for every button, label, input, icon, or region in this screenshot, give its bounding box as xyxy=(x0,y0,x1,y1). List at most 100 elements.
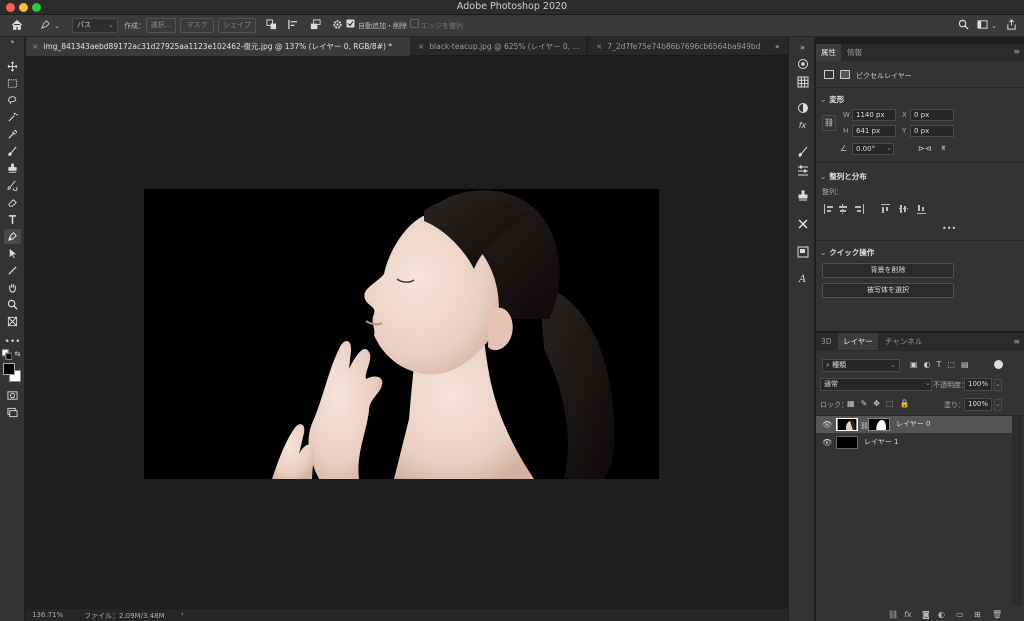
toolbar-collapse-icon[interactable]: » xyxy=(4,38,21,46)
fill-chevron-icon[interactable]: ⌄ xyxy=(994,399,1002,411)
align-top-icon[interactable] xyxy=(881,204,890,214)
panel-collapse-icon[interactable]: » xyxy=(796,43,809,52)
trash-icon[interactable]: 🗑 xyxy=(992,610,1002,619)
path-mode-select[interactable]: パス ⌄ xyxy=(72,18,118,33)
blend-mode-select[interactable]: 通常 xyxy=(820,378,932,391)
layer-mask-thumbnail[interactable] xyxy=(868,418,890,431)
layer-name[interactable]: レイヤー 0 xyxy=(896,416,930,433)
brush-tool-icon[interactable] xyxy=(4,144,21,159)
zoom-tool-icon[interactable] xyxy=(4,297,21,312)
shape-filter-icon[interactable]: ⬚ xyxy=(947,360,955,369)
angle-chevron-icon[interactable]: ⌄ xyxy=(886,144,892,152)
y-field[interactable]: 0 px xyxy=(910,125,954,137)
marquee-tool-icon[interactable] xyxy=(4,76,21,91)
adjustment-filter-icon[interactable]: ◐ xyxy=(924,360,931,369)
add-mask-icon[interactable]: ◙ xyxy=(922,610,930,619)
chevron-down-icon[interactable]: ⌄ xyxy=(52,19,62,33)
smart-object-filter-icon[interactable]: ▤ xyxy=(961,360,969,369)
home-icon[interactable] xyxy=(10,19,24,33)
tab-channels[interactable]: チャンネル xyxy=(880,333,927,350)
path-alignment-icon[interactable] xyxy=(286,19,300,33)
screen-mode-icon[interactable] xyxy=(4,405,21,420)
stamp-tool-icon[interactable] xyxy=(4,161,21,176)
align-middle-icon[interactable] xyxy=(899,205,908,218)
tab-3d[interactable]: 3D xyxy=(816,333,837,350)
pen-tool-icon[interactable] xyxy=(38,19,52,33)
remove-background-button[interactable]: 背景を削除 xyxy=(822,263,954,278)
x-field[interactable]: 0 px xyxy=(910,109,954,121)
share-icon[interactable] xyxy=(1004,19,1018,33)
zoom-level[interactable]: 136.71% xyxy=(32,611,63,619)
layers-scrollbar[interactable] xyxy=(1012,416,1022,606)
line-tool-icon[interactable] xyxy=(4,263,21,278)
mask-button[interactable]: マスク xyxy=(180,18,214,33)
new-layer-icon[interactable]: ⊞ xyxy=(974,610,981,619)
chevron-down-icon[interactable]: ⌄ xyxy=(820,172,826,181)
align-left-icon[interactable] xyxy=(824,204,833,214)
path-operations-icon[interactable] xyxy=(264,19,278,33)
swatches-grid-icon[interactable] xyxy=(796,75,809,88)
more-tools-icon[interactable]: ••• xyxy=(4,334,21,349)
folder-icon[interactable]: ▭ xyxy=(956,610,964,619)
hand-tool-icon[interactable] xyxy=(4,280,21,295)
brushes-icon[interactable] xyxy=(796,145,809,158)
link-layers-icon[interactable]: ⛓ xyxy=(888,610,898,619)
lock-artboard-icon[interactable]: ⬚ xyxy=(886,399,894,408)
width-field[interactable]: 1140 px xyxy=(852,109,896,121)
panel-menu-icon[interactable]: ≡ xyxy=(1013,47,1020,56)
lock-transparency-icon[interactable]: ▦ xyxy=(847,399,855,408)
character-icon[interactable]: A xyxy=(796,273,809,286)
close-icon[interactable]: × xyxy=(418,42,424,51)
libraries-icon[interactable] xyxy=(796,57,809,70)
image-filter-icon[interactable]: ▣ xyxy=(910,360,918,369)
layer-filter-select[interactable]: ⌕ 種類 ⌄ xyxy=(822,359,900,372)
frame-tool-icon[interactable] xyxy=(4,314,21,329)
selection-button[interactable]: 選択... xyxy=(146,18,176,33)
align-bottom-icon[interactable] xyxy=(917,204,926,214)
fill-field[interactable]: 100% xyxy=(964,398,992,411)
eraser-tool-icon[interactable] xyxy=(4,195,21,210)
layer-row-1[interactable]: 👁 レイヤー 1 xyxy=(816,434,1014,451)
lock-image-icon[interactable]: ✎ xyxy=(861,399,868,408)
flip-vertical-icon[interactable]: ⌆ xyxy=(940,143,947,152)
filter-toggle-icon[interactable] xyxy=(994,360,1003,369)
tab-info[interactable]: 情報 xyxy=(842,44,867,61)
height-field[interactable]: 641 px xyxy=(852,125,896,137)
search-icon[interactable] xyxy=(956,19,970,33)
visibility-eye-icon[interactable]: 👁 xyxy=(822,438,832,447)
foreground-color-swatch[interactable] xyxy=(3,363,15,375)
navigator-icon[interactable] xyxy=(796,245,809,258)
align-right-icon[interactable] xyxy=(855,204,864,214)
layer-row-0[interactable]: 👁 ⛓ レイヤー 0 xyxy=(816,416,1014,433)
path-arrangement-icon[interactable] xyxy=(308,19,322,33)
type-tool-icon[interactable] xyxy=(4,212,21,227)
select-subject-button[interactable]: 被写体を選択 xyxy=(822,283,954,298)
eyedropper-tool-icon[interactable] xyxy=(4,127,21,142)
lasso-tool-icon[interactable] xyxy=(4,93,21,108)
align-edges-checkbox[interactable] xyxy=(410,19,419,33)
link-icon[interactable]: ⛓ xyxy=(822,115,836,131)
chevron-down-icon[interactable]: ⌄ xyxy=(820,95,826,104)
quick-mask-icon[interactable] xyxy=(4,388,21,403)
brush-settings-icon[interactable] xyxy=(796,163,809,176)
workspace-icon[interactable] xyxy=(975,19,989,33)
tabs-overflow-icon[interactable]: » xyxy=(772,37,788,56)
shape-button[interactable]: シェイプ xyxy=(218,18,256,33)
align-center-icon[interactable] xyxy=(839,204,851,214)
chevron-down-icon[interactable]: ⌄ xyxy=(820,248,826,257)
tools-preset-icon[interactable] xyxy=(796,217,809,230)
opacity-field[interactable]: 100% xyxy=(964,378,992,391)
path-selection-tool-icon[interactable] xyxy=(4,246,21,261)
opacity-chevron-icon[interactable]: ⌄ xyxy=(994,379,1002,391)
workspace-chevron-icon[interactable]: ⌄ xyxy=(990,19,998,33)
history-brush-tool-icon[interactable] xyxy=(4,178,21,193)
close-icon[interactable]: × xyxy=(32,42,38,51)
type-filter-icon[interactable]: T xyxy=(937,360,942,369)
visibility-eye-icon[interactable]: 👁 xyxy=(822,420,832,429)
auto-add-delete-checkbox[interactable] xyxy=(346,19,355,33)
status-menu-arrow-icon[interactable]: › xyxy=(181,610,184,618)
lock-position-icon[interactable]: ✥ xyxy=(873,399,880,408)
swap-colors-icon[interactable]: ⇆ xyxy=(13,350,22,358)
gear-icon[interactable] xyxy=(330,19,344,33)
flip-horizontal-icon[interactable]: ⊳⊲ xyxy=(918,144,931,153)
